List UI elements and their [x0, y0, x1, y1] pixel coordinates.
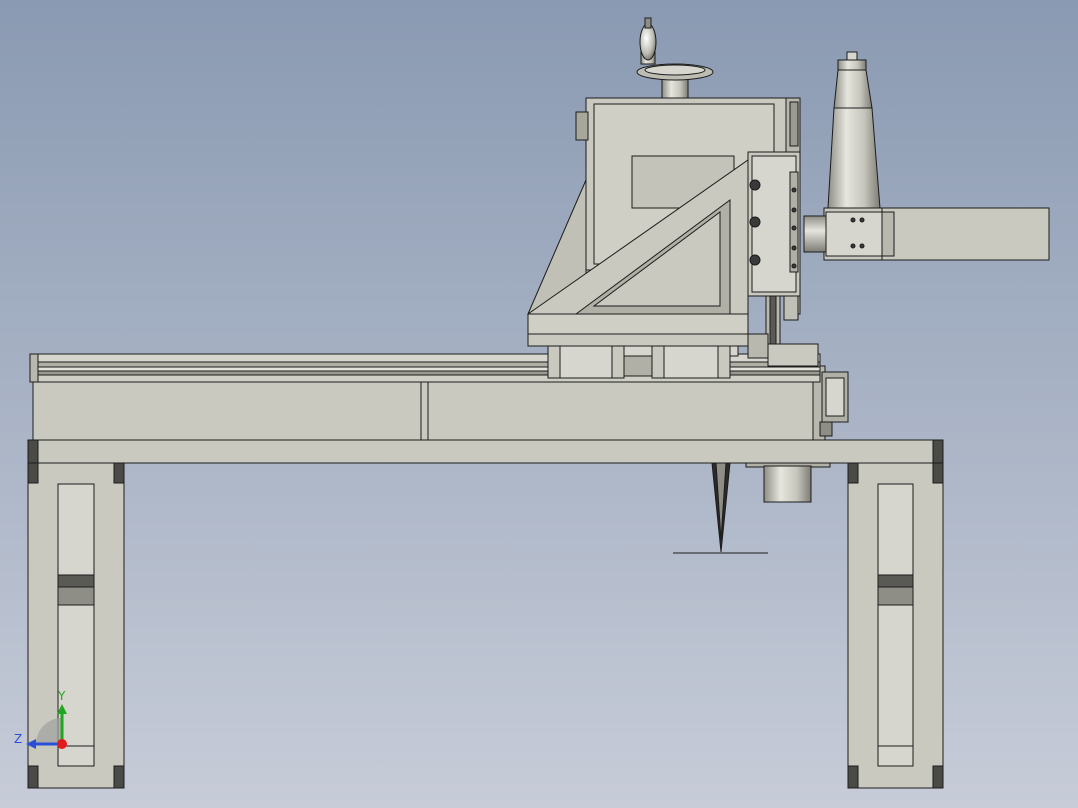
- triad-z-label: Z: [14, 732, 23, 746]
- right-leg: [847, 462, 944, 789]
- carriage-blocks: [547, 345, 739, 379]
- triad-y-label: Y: [58, 689, 66, 703]
- table-top-beam: [27, 439, 944, 464]
- machine-model: [0, 0, 1078, 808]
- cad-graphics-viewport[interactable]: Y Z: [0, 0, 1078, 808]
